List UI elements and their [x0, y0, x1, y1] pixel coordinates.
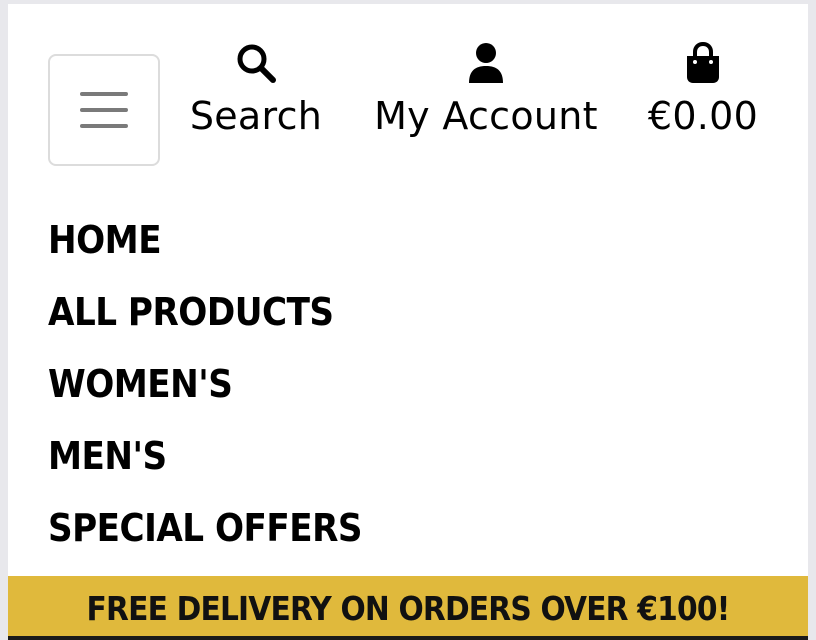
search-link[interactable]: Search [186, 40, 326, 138]
delivery-banner-text: FREE DELIVERY ON ORDERS OVER €100! [86, 588, 731, 628]
search-icon [235, 40, 277, 86]
nav-item-special-offers: SPECIAL OFFERS [48, 492, 363, 564]
my-account-link[interactable]: My Account [366, 40, 606, 138]
page: Search My Account €0.00 HOME ALL PRODUCT… [8, 4, 808, 640]
hero-image-strip [8, 636, 808, 640]
nav-link-all-products[interactable]: ALL PRODUCTS [48, 290, 334, 334]
nav-item-womens: WOMEN'S [48, 348, 362, 420]
shopping-bag-icon [684, 40, 722, 86]
shopping-bag-link[interactable]: €0.00 [644, 40, 762, 138]
main-nav-menu: HOME ALL PRODUCTS WOMEN'S MEN'S SPECIAL … [48, 204, 363, 564]
nav-link-womens[interactable]: WOMEN'S [48, 362, 233, 406]
user-icon [467, 40, 505, 86]
nav-item-mens: MEN'S [48, 420, 362, 492]
search-label: Search [189, 94, 323, 138]
nav-link-home[interactable]: HOME [48, 218, 162, 262]
bag-total-label: €0.00 [647, 94, 759, 138]
nav-link-special-offers[interactable]: SPECIAL OFFERS [48, 506, 363, 550]
delivery-banner: FREE DELIVERY ON ORDERS OVER €100! [8, 576, 808, 640]
nav-item-all-products: ALL PRODUCTS [48, 276, 362, 348]
my-account-label: My Account [374, 94, 598, 138]
menu-toggle-button[interactable] [48, 54, 160, 166]
hamburger-icon [80, 92, 128, 128]
nav-link-mens[interactable]: MEN'S [48, 434, 167, 478]
nav-item-home: HOME [48, 204, 362, 276]
